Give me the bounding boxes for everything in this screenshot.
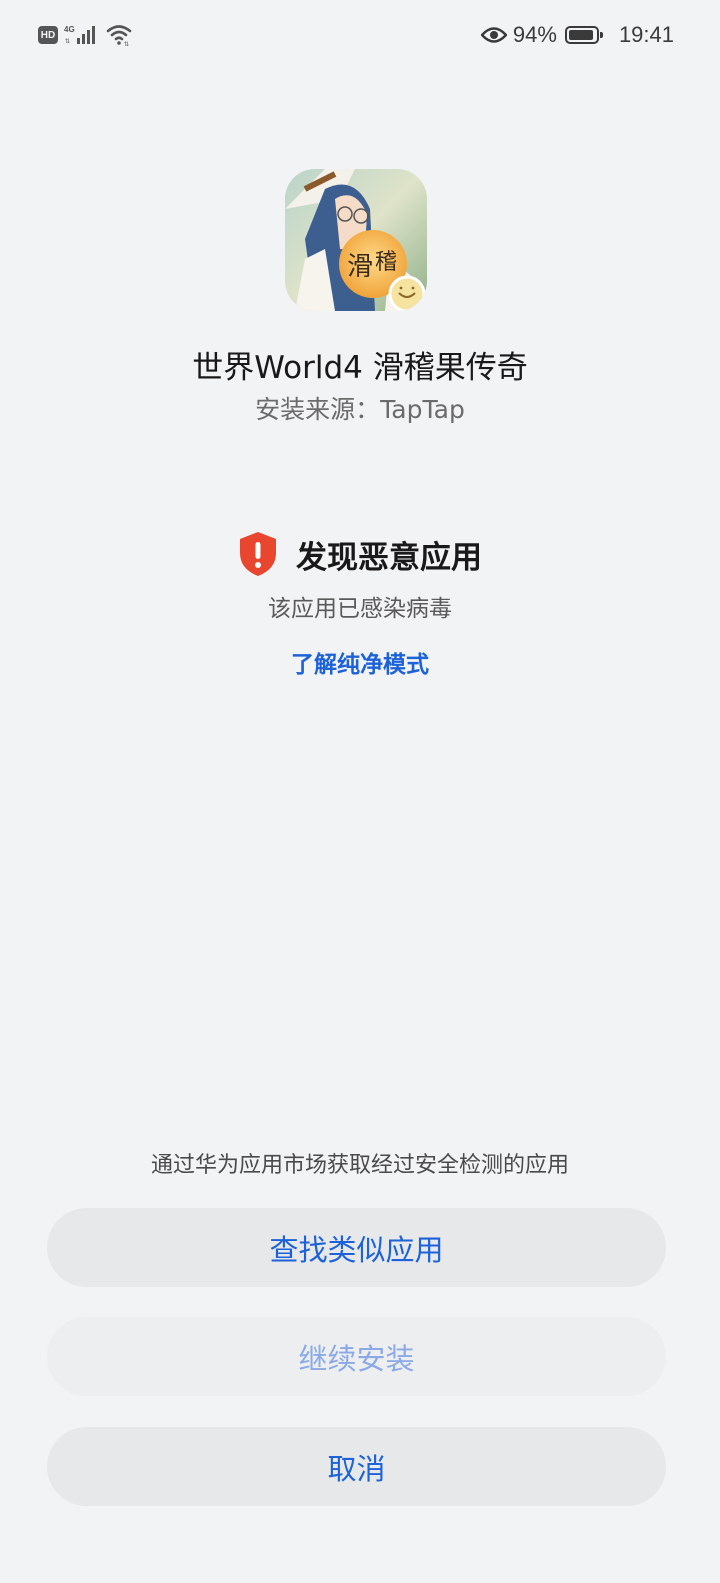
eye-icon	[480, 27, 507, 43]
signal-icon: 4G ⇅	[64, 25, 95, 45]
app-name: 世界World4 滑稽果传奇	[192, 350, 528, 386]
hd-badge: HD	[38, 26, 58, 44]
warning-description: 该应用已感染病毒	[268, 596, 452, 622]
status-bar: HD 4G ⇅ ⇅ 94% 19:41	[0, 0, 720, 72]
wifi-icon: ⇅	[106, 25, 132, 46]
shield-alert-icon	[240, 532, 276, 576]
bottom-hint: 通过华为应用市场获取经过安全检测的应用	[150, 1153, 569, 1178]
svg-text:滑: 滑	[347, 252, 373, 282]
status-left: HD 4G ⇅ ⇅	[38, 24, 132, 46]
svg-text:⇅: ⇅	[65, 39, 70, 45]
network-label: 4G	[64, 25, 75, 34]
clock: 19:41	[618, 22, 674, 47]
install-source: 安装来源：TapTap	[255, 395, 465, 424]
warning-title: 发现恶意应用	[296, 539, 482, 576]
warning-header: 发现恶意应用	[0, 531, 720, 577]
find-similar-button[interactable]: 查找类似应用	[47, 1208, 666, 1287]
continue-install-button[interactable]: 继续安装	[47, 1317, 666, 1396]
svg-text:⇅: ⇅	[124, 42, 129, 46]
svg-text:稽: 稽	[375, 250, 397, 275]
learn-pure-mode-link[interactable]: 了解纯净模式	[0, 645, 720, 679]
battery-icon	[564, 26, 603, 44]
status-right: 94% 19:41	[480, 22, 674, 48]
battery-percent: 94%	[512, 22, 557, 47]
app-icon: 滑 稽	[285, 169, 427, 311]
cancel-button[interactable]: 取消	[47, 1427, 666, 1506]
battery-fill	[568, 30, 593, 40]
